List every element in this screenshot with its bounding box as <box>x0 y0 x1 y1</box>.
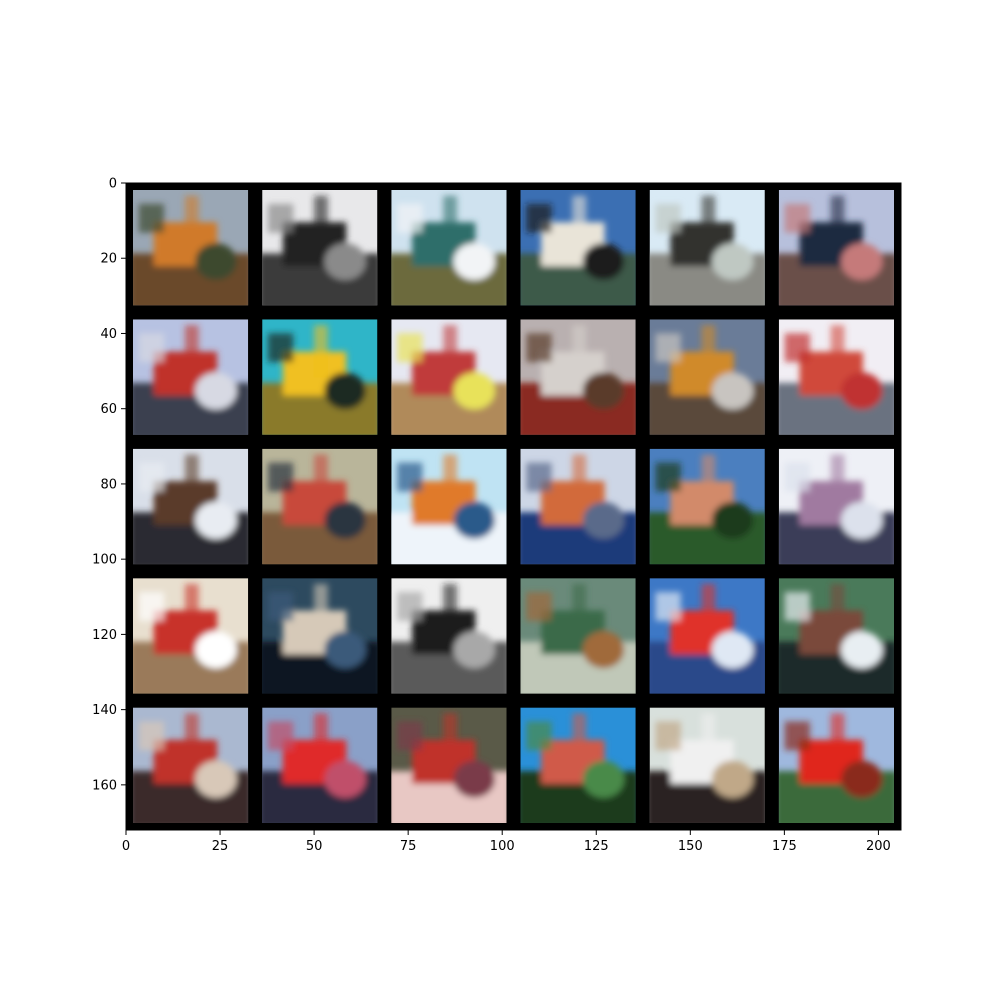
x-tick-label: 25 <box>212 839 229 854</box>
generated-sample-tile <box>133 578 249 694</box>
generated-sample-tile <box>649 190 765 306</box>
generated-sample-tile <box>391 578 507 694</box>
image-grid <box>126 183 901 830</box>
generated-sample-tile <box>778 578 894 694</box>
generated-sample-tile <box>520 448 636 565</box>
generated-sample-tile <box>649 578 765 694</box>
x-tick-label: 75 <box>400 839 417 854</box>
generated-sample-tile <box>391 707 507 823</box>
y-tick-label: 140 <box>92 703 117 718</box>
y-tick-label: 120 <box>92 628 117 643</box>
generated-sample-tile <box>262 448 378 565</box>
y-tick-label: 80 <box>100 477 117 492</box>
generated-sample-tile <box>262 190 378 306</box>
generated-sample-tile <box>778 319 894 435</box>
generated-sample-tile <box>391 448 507 565</box>
y-tick-label: 60 <box>100 402 117 417</box>
x-tick-label: 200 <box>866 839 891 854</box>
generated-sample-tile <box>133 448 249 565</box>
generated-sample-tile <box>520 578 636 694</box>
generated-sample-tile <box>262 578 378 694</box>
x-tick-label: 0 <box>122 839 130 854</box>
generated-sample-tile <box>778 707 894 823</box>
generated-sample-tile <box>391 190 507 306</box>
figure: 0 25 50 75 100 125 150 175 200 0 20 40 60 80 100 120 140… <box>92 177 902 854</box>
generated-sample-tile <box>133 190 249 306</box>
x-tick-label: 50 <box>306 839 323 854</box>
generated-sample-tile <box>262 707 378 823</box>
y-tick-label: 40 <box>100 327 117 342</box>
x-tick-label: 175 <box>772 839 797 854</box>
y-tick-label: 100 <box>92 553 117 568</box>
y-tick-label: 0 <box>109 177 117 192</box>
generated-sample-tile <box>778 448 894 565</box>
generated-sample-tile <box>649 707 765 823</box>
generated-sample-tile <box>391 319 507 435</box>
x-tick-label: 125 <box>584 839 609 854</box>
generated-sample-tile <box>778 190 894 306</box>
x-tick-label: 150 <box>678 839 703 854</box>
generated-sample-tile <box>520 190 636 306</box>
generated-sample-tile <box>133 707 249 823</box>
generated-sample-tile <box>649 319 765 435</box>
y-tick-label: 20 <box>100 252 117 267</box>
generated-sample-tile <box>133 319 249 435</box>
generated-sample-tile <box>649 448 765 565</box>
generated-sample-tile <box>262 319 378 435</box>
x-tick-label: 100 <box>490 839 515 854</box>
generated-sample-tile <box>520 707 636 823</box>
y-tick-label: 160 <box>92 778 117 793</box>
generated-sample-tile <box>520 319 636 435</box>
